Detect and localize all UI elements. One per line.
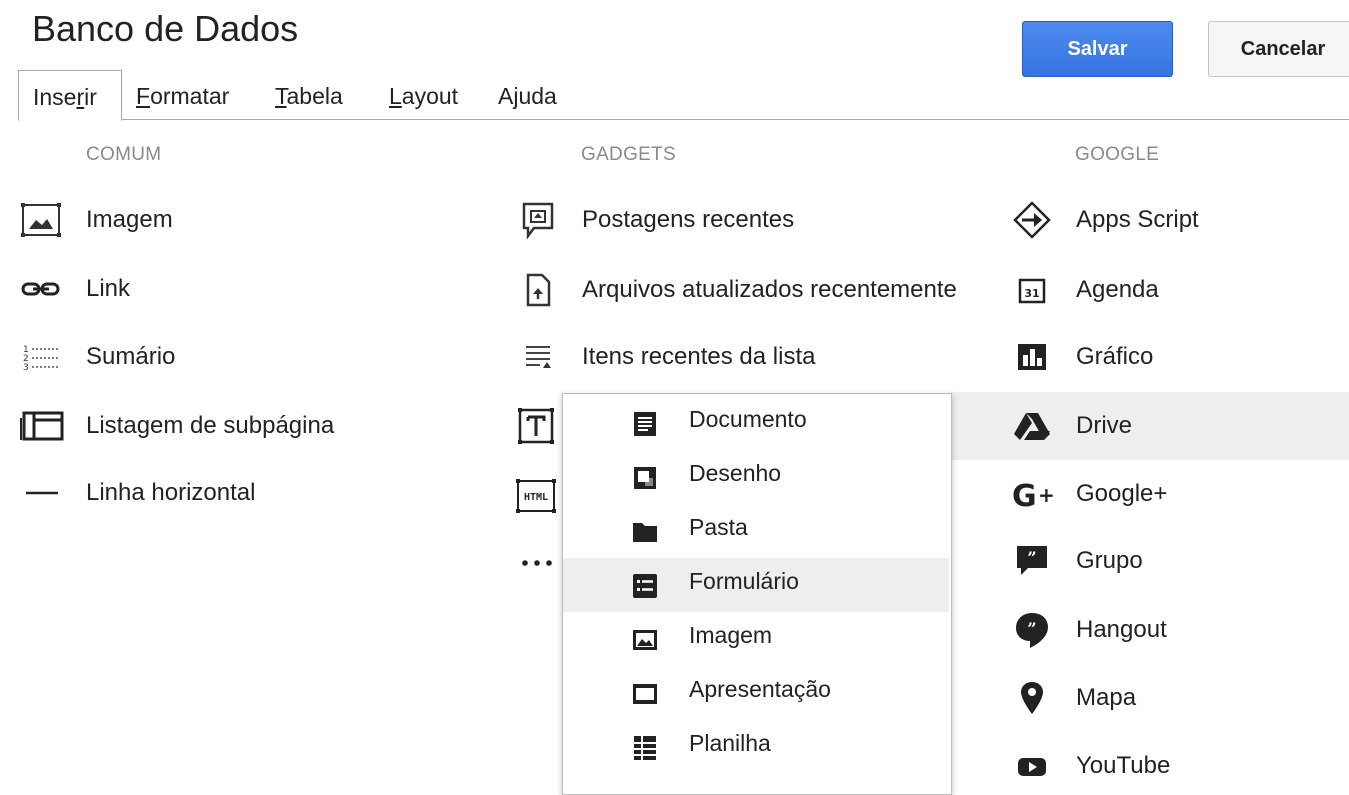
recent-posts-icon	[520, 198, 560, 242]
comum-item-label: Link	[86, 275, 131, 302]
drive-menu-item-apresentacao[interactable]: Apresentação	[563, 666, 949, 720]
drive-menu-item-label: Pasta	[689, 514, 748, 540]
google-item-youtube[interactable]: YouTube	[1012, 744, 1170, 788]
hangout-icon: ”	[1012, 608, 1056, 652]
google-item-label: Mapa	[1076, 684, 1137, 711]
html-box-icon: HTML	[514, 474, 558, 518]
comum-item-label: Sumário	[86, 343, 176, 370]
menu-bar: Inserir Formatar Tabela Layout Ajuda	[0, 68, 1349, 121]
menu-tab-layout[interactable]: Layout	[389, 80, 458, 120]
google-item-mapa[interactable]: Mapa	[1012, 676, 1136, 720]
svg-text:”: ”	[1027, 619, 1036, 638]
comum-item-imagem[interactable]: Imagem	[20, 198, 173, 242]
group-icon: ”	[1012, 539, 1056, 583]
drive-menu-item-imagem[interactable]: Imagem	[563, 612, 949, 666]
comum-item-sumario[interactable]: 123 Sumário	[20, 335, 175, 379]
map-icon	[1012, 676, 1056, 720]
image-icon	[20, 198, 66, 242]
gadget-item-label: Itens recentes da lista	[582, 343, 816, 370]
menu-tab-inserir[interactable]: Inserir	[18, 70, 122, 121]
recent-files-icon	[520, 268, 560, 312]
drive-menu-item-label: Documento	[689, 406, 807, 432]
menu-tab-formatar[interactable]: Formatar	[136, 80, 229, 120]
image-icon	[631, 626, 659, 654]
gadget-item-arquivos-atualizados[interactable]: Arquivos atualizados recentemente	[520, 268, 957, 312]
google-item-label: Hangout	[1076, 616, 1167, 643]
comum-item-label: Linha horizontal	[86, 479, 256, 506]
recent-list-items-icon	[520, 335, 560, 379]
gadget-item-label: Postagens recentes	[582, 206, 795, 233]
svg-text:HTML: HTML	[524, 492, 548, 503]
chart-icon	[1012, 335, 1056, 379]
comum-item-linha-horizontal[interactable]: Linha horizontal	[20, 471, 255, 515]
drive-menu-item-label: Formulário	[689, 568, 799, 594]
menu-tab-tabela[interactable]: Tabela	[275, 80, 343, 120]
section-gadgets: GADGETS	[581, 144, 677, 165]
svg-text:”: ”	[1027, 548, 1036, 567]
google-item-drive[interactable]: Drive	[1012, 404, 1132, 448]
calendar-icon: 31	[1012, 268, 1056, 312]
google-item-label: Google+	[1076, 480, 1168, 507]
comum-item-listagem-subpagina[interactable]: Listagem de subpágina	[20, 404, 334, 448]
gadget-item-postagens-recentes[interactable]: Postagens recentes	[520, 198, 794, 242]
gadget-item-mais[interactable]	[520, 541, 560, 585]
folder-icon	[631, 518, 659, 546]
google-item-label: YouTube	[1076, 752, 1171, 779]
table-of-contents-icon: 123	[20, 335, 66, 379]
google-item-apps-script[interactable]: Apps Script	[1012, 198, 1199, 242]
section-comum: COMUM	[86, 144, 162, 165]
google-item-grupo[interactable]: ” Grupo	[1012, 539, 1143, 583]
comum-item-label: Listagem de subpágina	[86, 412, 335, 439]
google-item-label: Drive	[1076, 412, 1133, 439]
google-item-agenda[interactable]: 31 Agenda	[1012, 268, 1159, 312]
menu-tab-ajuda[interactable]: Ajuda	[498, 80, 557, 120]
form-icon	[631, 572, 659, 600]
drive-menu-item-label: Imagem	[689, 622, 773, 648]
text-box-icon	[516, 404, 556, 448]
drive-menu-item-label: Apresentação	[689, 676, 831, 702]
drive-menu-item-desenho[interactable]: Desenho	[563, 450, 949, 504]
drive-menu-item-formulario[interactable]: Formulário	[563, 558, 949, 612]
gadget-item-html[interactable]: HTML	[514, 474, 558, 518]
youtube-icon	[1012, 744, 1056, 788]
google-item-label: Apps Script	[1076, 206, 1199, 233]
spreadsheet-icon	[631, 734, 659, 762]
gadget-item-texto[interactable]	[516, 404, 556, 448]
svg-text:3: 3	[23, 363, 29, 372]
google-plus-icon: G +	[1012, 472, 1056, 516]
google-item-grafico[interactable]: Gráfico	[1012, 335, 1153, 379]
gadget-item-itens-recentes-lista[interactable]: Itens recentes da lista	[520, 335, 815, 379]
google-item-label: Agenda	[1076, 276, 1159, 303]
gadget-item-label: Arquivos atualizados recentemente	[582, 276, 957, 303]
drive-menu-item-pasta[interactable]: Pasta	[563, 504, 949, 558]
drive-menu-item-planilha[interactable]: Planilha	[563, 720, 949, 774]
apps-script-icon	[1012, 198, 1056, 242]
drive-menu-item-documento[interactable]: Documento	[563, 396, 949, 450]
drive-menu-item-label: Planilha	[689, 730, 771, 756]
svg-text:31: 31	[1024, 287, 1039, 300]
drive-menu-item-label: Desenho	[689, 460, 782, 486]
subpage-listing-icon	[20, 404, 66, 448]
section-google: GOOGLE	[1075, 144, 1160, 165]
comum-item-link[interactable]: Link	[20, 267, 130, 311]
link-icon	[20, 267, 66, 311]
comum-item-label: Imagem	[86, 206, 173, 233]
google-item-label: Gráfico	[1076, 343, 1154, 370]
drawing-icon	[631, 464, 659, 492]
google-item-label: Grupo	[1076, 547, 1143, 574]
more-icon	[520, 541, 560, 585]
document-icon	[631, 410, 659, 438]
drive-dropdown-menu: Documento Desenho Pasta Formulário Image…	[562, 393, 952, 795]
page-title: Banco de Dados	[32, 8, 299, 49]
presentation-icon	[631, 680, 659, 708]
svg-text:G: G	[1012, 479, 1037, 510]
drive-icon	[1012, 404, 1056, 448]
svg-text:+: +	[1038, 483, 1055, 507]
drive-row-highlight	[950, 392, 1349, 460]
horizontal-line-icon	[20, 471, 66, 515]
google-item-google-plus[interactable]: G + Google+	[1012, 472, 1167, 516]
google-item-hangout[interactable]: ” Hangout	[1012, 608, 1167, 652]
